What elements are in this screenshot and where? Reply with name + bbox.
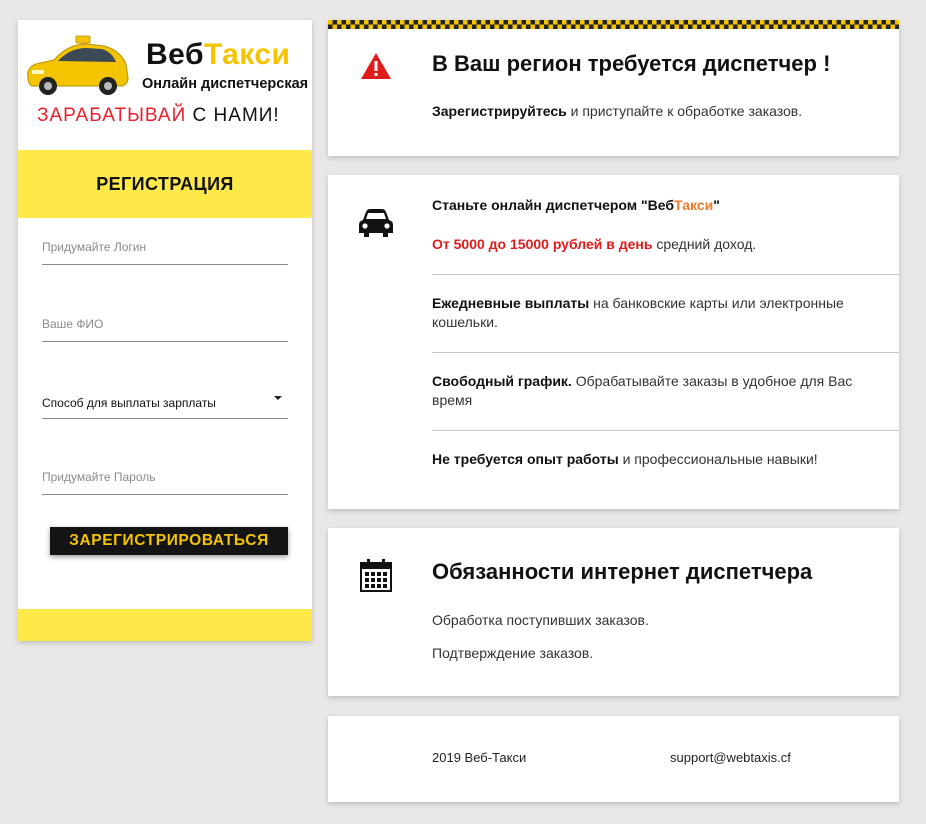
brand-subtitle: Онлайн диспетчерская [142,76,309,92]
panel2-title-brand: Такси [674,197,714,213]
support-email-link[interactable]: support@webtaxis.cf [670,750,791,765]
payout-method-value: Способ для выплаты зарплаты [42,396,216,410]
logo: ВебТакси Онлайн диспетчерская ЗАРАБАТЫВА… [18,20,312,150]
panel2-title-part1: Станьте онлайн диспетчером "Веб [432,197,675,213]
payout-method-select[interactable]: Способ для выплаты зарплаты [42,392,288,419]
brand-name: ВебТакси [146,38,291,72]
divider [432,274,899,275]
duty-line-2: Подтверждение заказов. [432,645,594,661]
brand-name-part2: Такси [203,38,291,71]
panel1-text: Зарегистрируйтесь и приступайте к обрабо… [432,102,802,121]
slogan-part2: С НАМИ! [192,105,280,126]
benefits-panel: Станьте онлайн диспетчером "ВебТакси" От… [328,175,899,509]
benefit-daily-payouts-bold: Ежедневные выплаты [432,295,590,311]
income-rest: средний доход. [652,236,757,252]
taxi-car-image [27,35,129,95]
benefit-no-experience: Не требуется опыт работы и профессиональ… [432,450,872,469]
password-field [42,468,288,495]
registration-footer-bar [18,609,312,641]
name-field [42,315,288,342]
registration-header: РЕГИСТРАЦИЯ [18,150,312,218]
benefit-no-experience-bold: Не требуется опыт работы [432,451,619,467]
slogan-part1: ЗАРАБАТЫВАЙ [37,105,187,126]
duties-panel: Обязанности интернет диспетчера Обработк… [328,528,899,696]
dispatcher-needed-panel: В Ваш регион требуется диспетчер ! Зарег… [328,20,899,156]
copyright-text: 2019 Веб-Такси [432,750,527,765]
panel1-text-bold: Зарегистрируйтесь [432,103,567,119]
registration-title: РЕГИСТРАЦИЯ [96,174,234,194]
login-input[interactable] [42,240,288,254]
dropdown-caret-icon [274,396,282,400]
income-bold: От 5000 до 15000 рублей в день [432,236,653,252]
panel2-title-part3: " [713,197,720,213]
benefit-free-schedule: Свободный график. Обрабатывайте заказы в… [432,372,872,410]
password-input[interactable] [42,470,288,484]
warning-icon [361,53,391,79]
slogan: ЗАРАБАТЫВАЙ С НАМИ! [37,105,280,127]
divider [432,430,899,431]
panel1-title: В Ваш регион требуется диспетчер ! [432,51,831,76]
panel1-text-rest: и приступайте к обработке заказов. [566,103,803,119]
brand-name-part1: Веб [146,38,204,71]
benefit-no-experience-text: и профессиональные навыки! [618,451,818,467]
registration-sidebar: ВебТакси Онлайн диспетчерская ЗАРАБАТЫВА… [18,20,312,641]
calendar-icon [360,559,392,592]
panel3-title: Обязанности интернет диспетчера [432,559,813,584]
car-icon [359,209,393,237]
benefit-free-schedule-bold: Свободный график. [432,373,572,389]
fullname-input[interactable] [42,317,288,331]
duty-line-1: Обработка поступивших заказов. [432,612,649,628]
income-text: От 5000 до 15000 рублей в день средний д… [432,235,756,254]
register-button[interactable]: ЗАРЕГИСТРИРОВАТЬСЯ [50,527,288,555]
checker-stripe [328,20,899,29]
panel2-title: Станьте онлайн диспетчером "ВебТакси" [432,196,720,215]
divider [432,352,899,353]
login-field [42,238,288,265]
footer-panel: 2019 Веб-Такси support@webtaxis.cf [328,716,899,802]
benefit-daily-payouts: Ежедневные выплаты на банковские карты и… [432,294,872,332]
